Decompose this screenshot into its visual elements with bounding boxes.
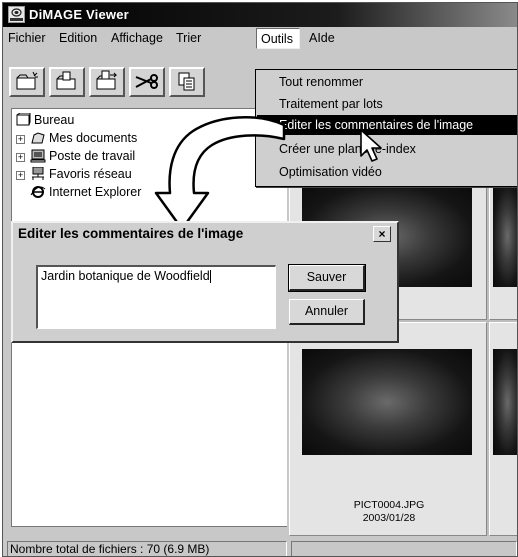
new-folder-button[interactable] xyxy=(9,67,45,97)
menu-item-optimisation-video[interactable]: Optimisation vidéo xyxy=(257,162,517,182)
expand-icon[interactable]: + xyxy=(16,153,25,162)
status-panel xyxy=(291,541,517,556)
thumbnail-caption: PICT0004.JPG 2003/01/28 xyxy=(290,499,488,525)
dialog-title-bar: Editer les commentaires de l'image × xyxy=(13,223,397,245)
close-icon: × xyxy=(378,227,386,241)
expand-icon[interactable]: + xyxy=(16,171,25,180)
comment-input[interactable]: Jardin botanique de Woodfield xyxy=(36,265,276,329)
menu-item-creer-planche-index[interactable]: Créer une planche-index xyxy=(257,139,517,159)
window-title: DiMAGE Viewer xyxy=(29,7,129,22)
toolbar xyxy=(9,67,253,99)
my-documents-icon xyxy=(30,131,46,145)
internet-explorer-icon xyxy=(30,185,46,199)
app-window: DiMAGE Viewer Fichier Edition Affichage … xyxy=(2,2,518,557)
copy-to-folder-button[interactable] xyxy=(49,67,85,97)
menu-outils[interactable]: Outils xyxy=(256,28,300,49)
cut-button[interactable] xyxy=(129,67,165,97)
thumbnail-filename: PICT0004.JPG xyxy=(353,499,425,511)
tree-label-bureau: Bureau xyxy=(34,113,75,127)
outils-menu: Tout renommer Traitement par lots Editer… xyxy=(255,69,517,187)
minolta-app-icon xyxy=(8,6,25,23)
copy-button[interactable] xyxy=(169,67,205,97)
save-button[interactable]: Sauver xyxy=(288,264,366,292)
network-places-icon xyxy=(30,166,46,181)
menu-affichage[interactable]: Affichage xyxy=(111,31,163,45)
menu-trier[interactable]: Trier xyxy=(176,31,201,45)
dialog-title: Editer les commentaires de l'image xyxy=(18,226,244,241)
tree-horizontal-scrollbar[interactable] xyxy=(11,526,287,538)
menu-item-tout-renommer[interactable]: Tout renommer xyxy=(257,72,517,92)
status-bar: Nombre total de fichiers : 70 (6.9 MB) xyxy=(3,540,517,556)
callout-arrow-icon xyxy=(154,116,286,231)
thumbnail-cell[interactable] xyxy=(489,322,517,536)
thumbnail-image[interactable] xyxy=(302,349,472,455)
file-count-status: Nombre total de fichiers : 70 (6.9 MB) xyxy=(7,541,287,556)
new-folder-icon xyxy=(11,71,43,98)
desktop-icon xyxy=(16,112,32,127)
cancel-button[interactable]: Annuler xyxy=(289,299,365,325)
thumbnail-date: 2003/01/28 xyxy=(362,512,416,524)
thumbnail-image[interactable] xyxy=(493,349,517,455)
expand-icon[interactable]: + xyxy=(16,135,25,144)
menu-fichier[interactable]: Fichier xyxy=(8,31,46,45)
text-caret xyxy=(209,270,211,284)
my-computer-icon xyxy=(30,149,46,163)
comment-text: Jardin botanique de Woodfield xyxy=(41,269,210,283)
menu-bar: Fichier Edition Affichage Trier Outils A… xyxy=(3,27,517,49)
cut-icon xyxy=(131,74,163,98)
thumbnail-cell[interactable]: PICT0004.JPG 2003/01/28 xyxy=(289,322,487,536)
thumbnail-cell[interactable] xyxy=(489,180,517,320)
thumbnail-image[interactable] xyxy=(493,185,517,287)
menu-item-editer-commentaires[interactable]: Editer les commentaires de l'image xyxy=(257,115,517,135)
close-button[interactable]: × xyxy=(373,226,391,242)
copy-to-folder-icon xyxy=(51,71,83,98)
menu-item-traitement-par-lots[interactable]: Traitement par lots xyxy=(257,94,517,114)
menu-aide[interactable]: AIde xyxy=(309,31,335,45)
edit-comment-dialog: Editer les commentaires de l'image × Jar… xyxy=(11,221,399,343)
pointer-cursor-icon xyxy=(360,129,382,162)
move-to-folder-icon xyxy=(91,70,123,98)
menu-edition[interactable]: Edition xyxy=(59,31,97,45)
title-bar: DiMAGE Viewer xyxy=(3,3,517,27)
move-to-folder-button[interactable] xyxy=(89,67,125,97)
copy-icon xyxy=(171,72,203,98)
